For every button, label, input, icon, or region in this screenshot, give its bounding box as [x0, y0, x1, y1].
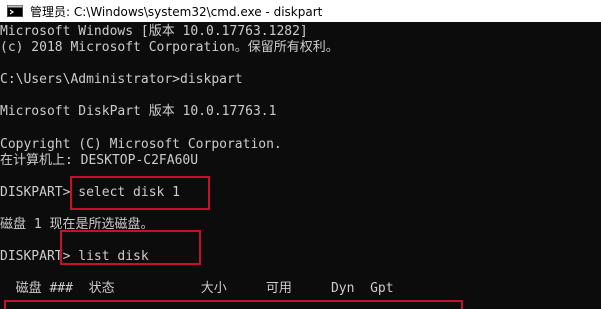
- window-title: 管理员: C:\Windows\system32\cmd.exe - diskp…: [30, 4, 323, 19]
- console-line: 在计算机上: DESKTOP-C2FA60U: [0, 153, 199, 168]
- table-header: 磁盘 ### 状态 大小 可用 Dyn Gpt: [0, 281, 394, 296]
- console-icon: [6, 4, 24, 18]
- console-line: Microsoft DiskPart 版本 10.0.17763.1: [0, 104, 277, 119]
- console-line: Microsoft Windows [版本 10.0.17763.1282]: [0, 24, 308, 39]
- highlight-box-disk-table: [4, 300, 463, 309]
- cmd-window: 管理员: C:\Windows\system32\cmd.exe - diskp…: [0, 0, 601, 309]
- title-bar[interactable]: 管理员: C:\Windows\system32\cmd.exe - diskp…: [0, 0, 601, 22]
- console-line: Copyright (C) Microsoft Corporation.: [0, 137, 282, 152]
- highlight-box-select-disk: [70, 176, 210, 210]
- console-output[interactable]: Microsoft Windows [版本 10.0.17763.1282] (…: [0, 22, 601, 309]
- highlight-box-list-disk: [60, 230, 201, 265]
- console-line: (c) 2018 Microsoft Corporation。保留所有权利。: [0, 40, 339, 55]
- console-line: C:\Users\Administrator>diskpart: [0, 72, 243, 87]
